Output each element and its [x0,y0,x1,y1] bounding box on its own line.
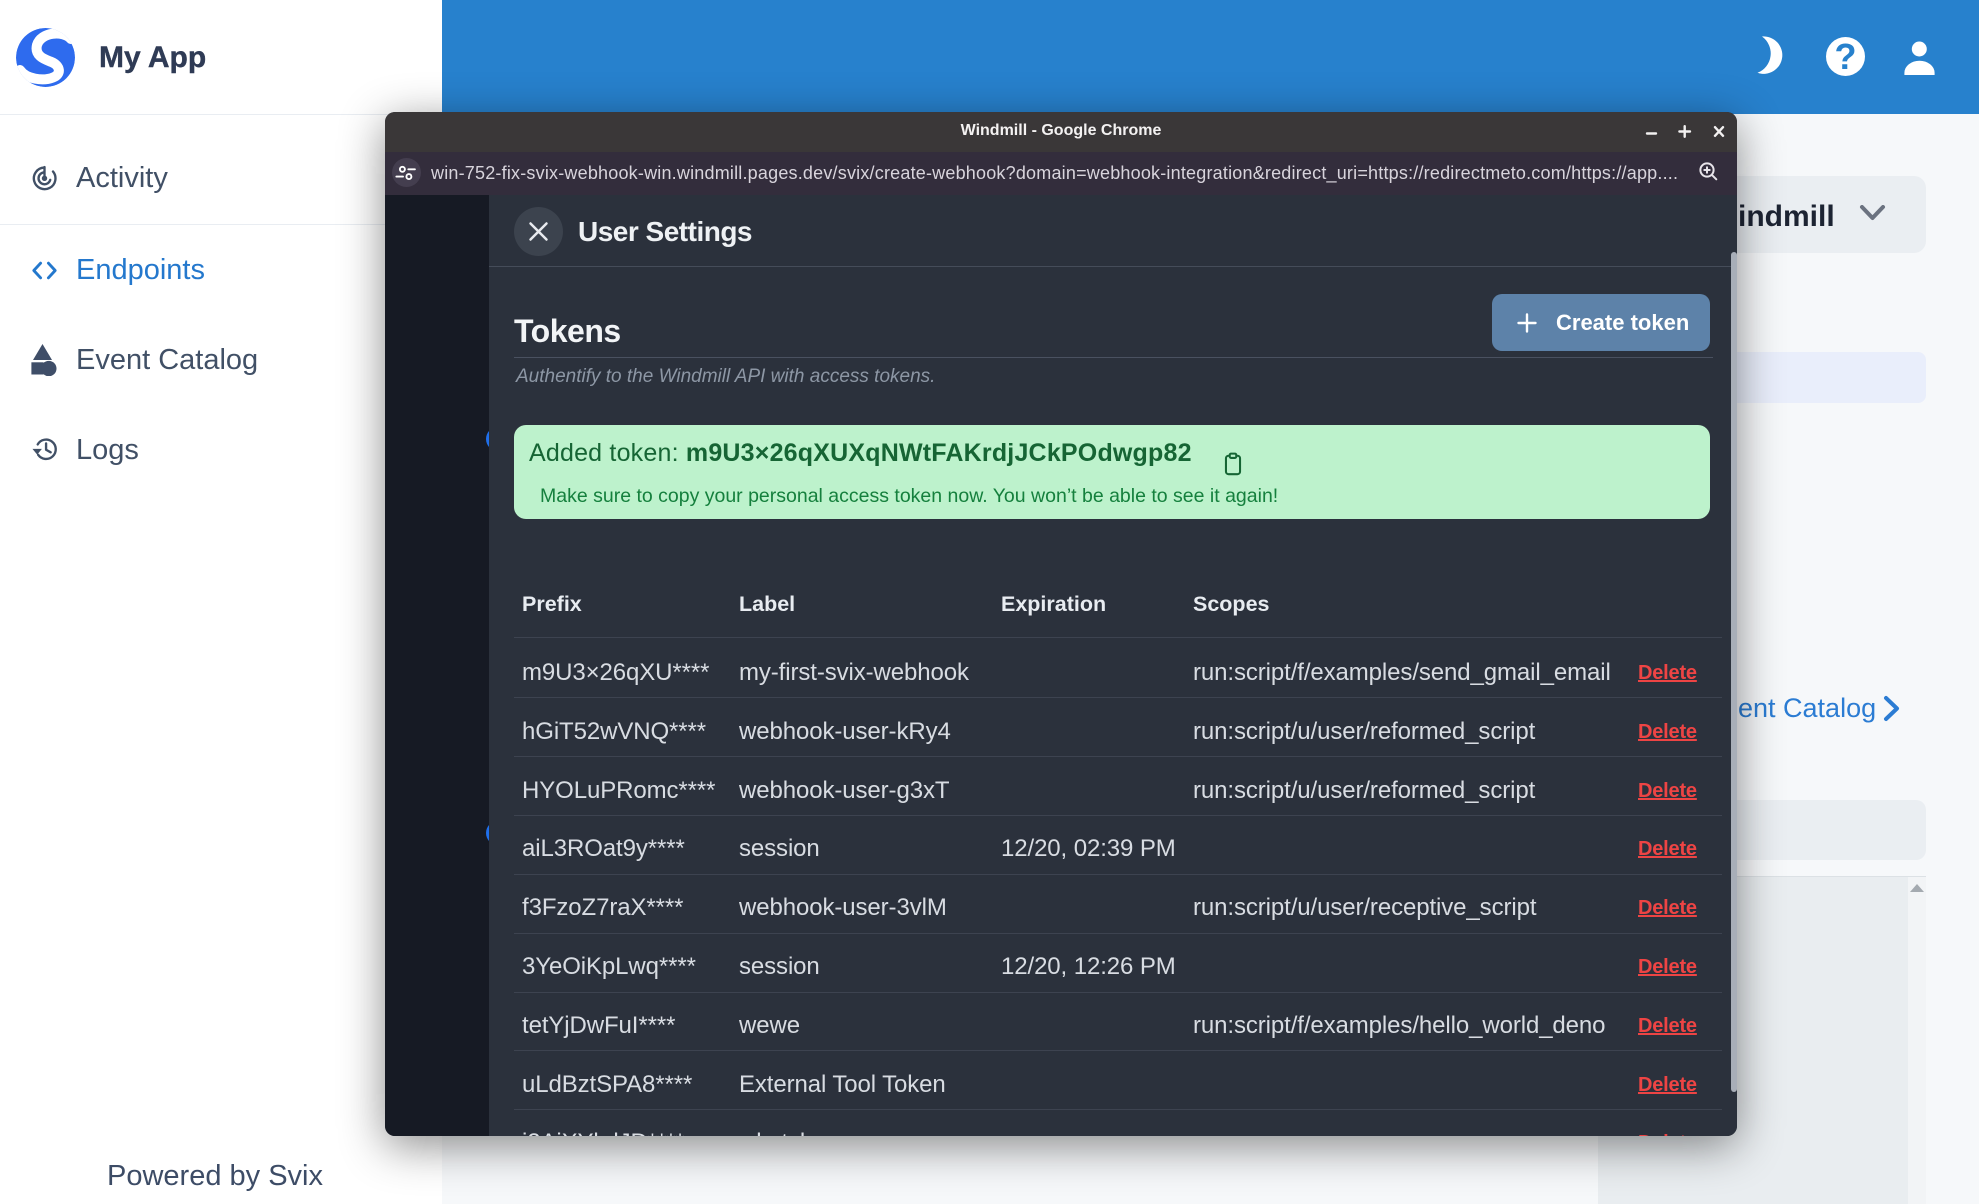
svg-text:?: ? [1835,37,1857,76]
